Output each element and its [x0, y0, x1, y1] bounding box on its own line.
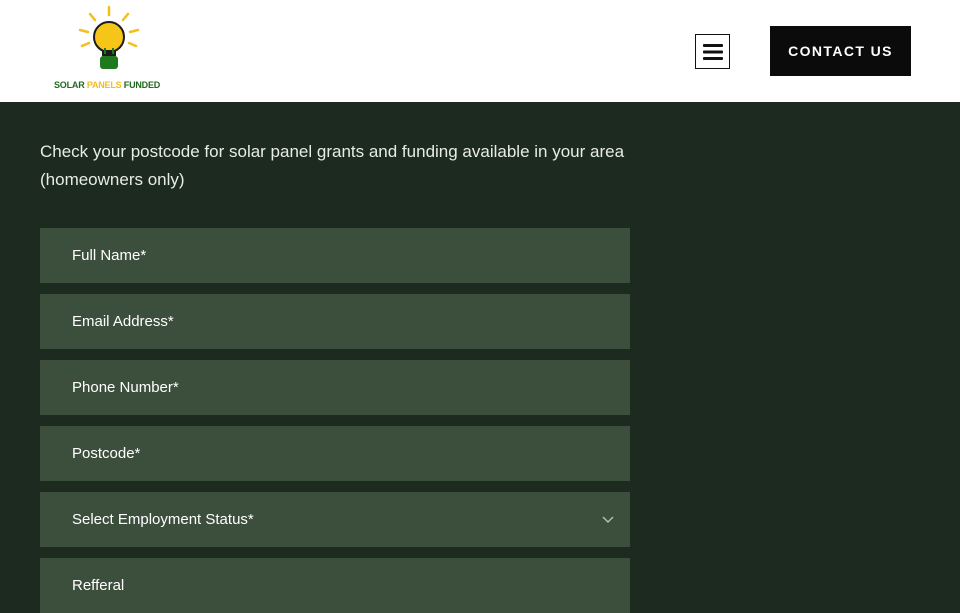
contact-us-button[interactable]: CONTACT US [770, 26, 911, 76]
logo-text: SOLAR PANELS FUNDED [54, 80, 160, 90]
referral-field[interactable] [40, 558, 630, 613]
site-header: SOLAR PANELS FUNDED CONTACT US [0, 0, 960, 102]
hamburger-menu-icon [702, 43, 723, 60]
email-input[interactable] [72, 313, 630, 330]
postcode-field[interactable] [40, 426, 630, 481]
phone-input[interactable] [72, 379, 630, 396]
postcode-input[interactable] [72, 445, 630, 462]
menu-toggle-button[interactable] [695, 34, 730, 69]
employment-status-value: Select Employment Status* [72, 511, 254, 528]
logo-word-panels: PANELS [86, 80, 124, 90]
chevron-down-icon [602, 516, 614, 523]
referral-input[interactable] [72, 577, 630, 594]
logo-word-solar: SOLAR [54, 80, 87, 90]
email-field[interactable] [40, 294, 630, 349]
full-name-input[interactable] [72, 247, 630, 264]
employment-status-select[interactable]: Select Employment Status* [40, 492, 630, 547]
site-logo[interactable]: SOLAR PANELS FUNDED [50, 4, 174, 94]
lightbulb-logo-icon [78, 5, 140, 69]
intro-text: Check your postcode for solar panel gran… [40, 142, 625, 189]
logo-word-funded: FUNDED [123, 80, 161, 90]
phone-field[interactable] [40, 360, 630, 415]
full-name-field[interactable] [40, 228, 630, 283]
